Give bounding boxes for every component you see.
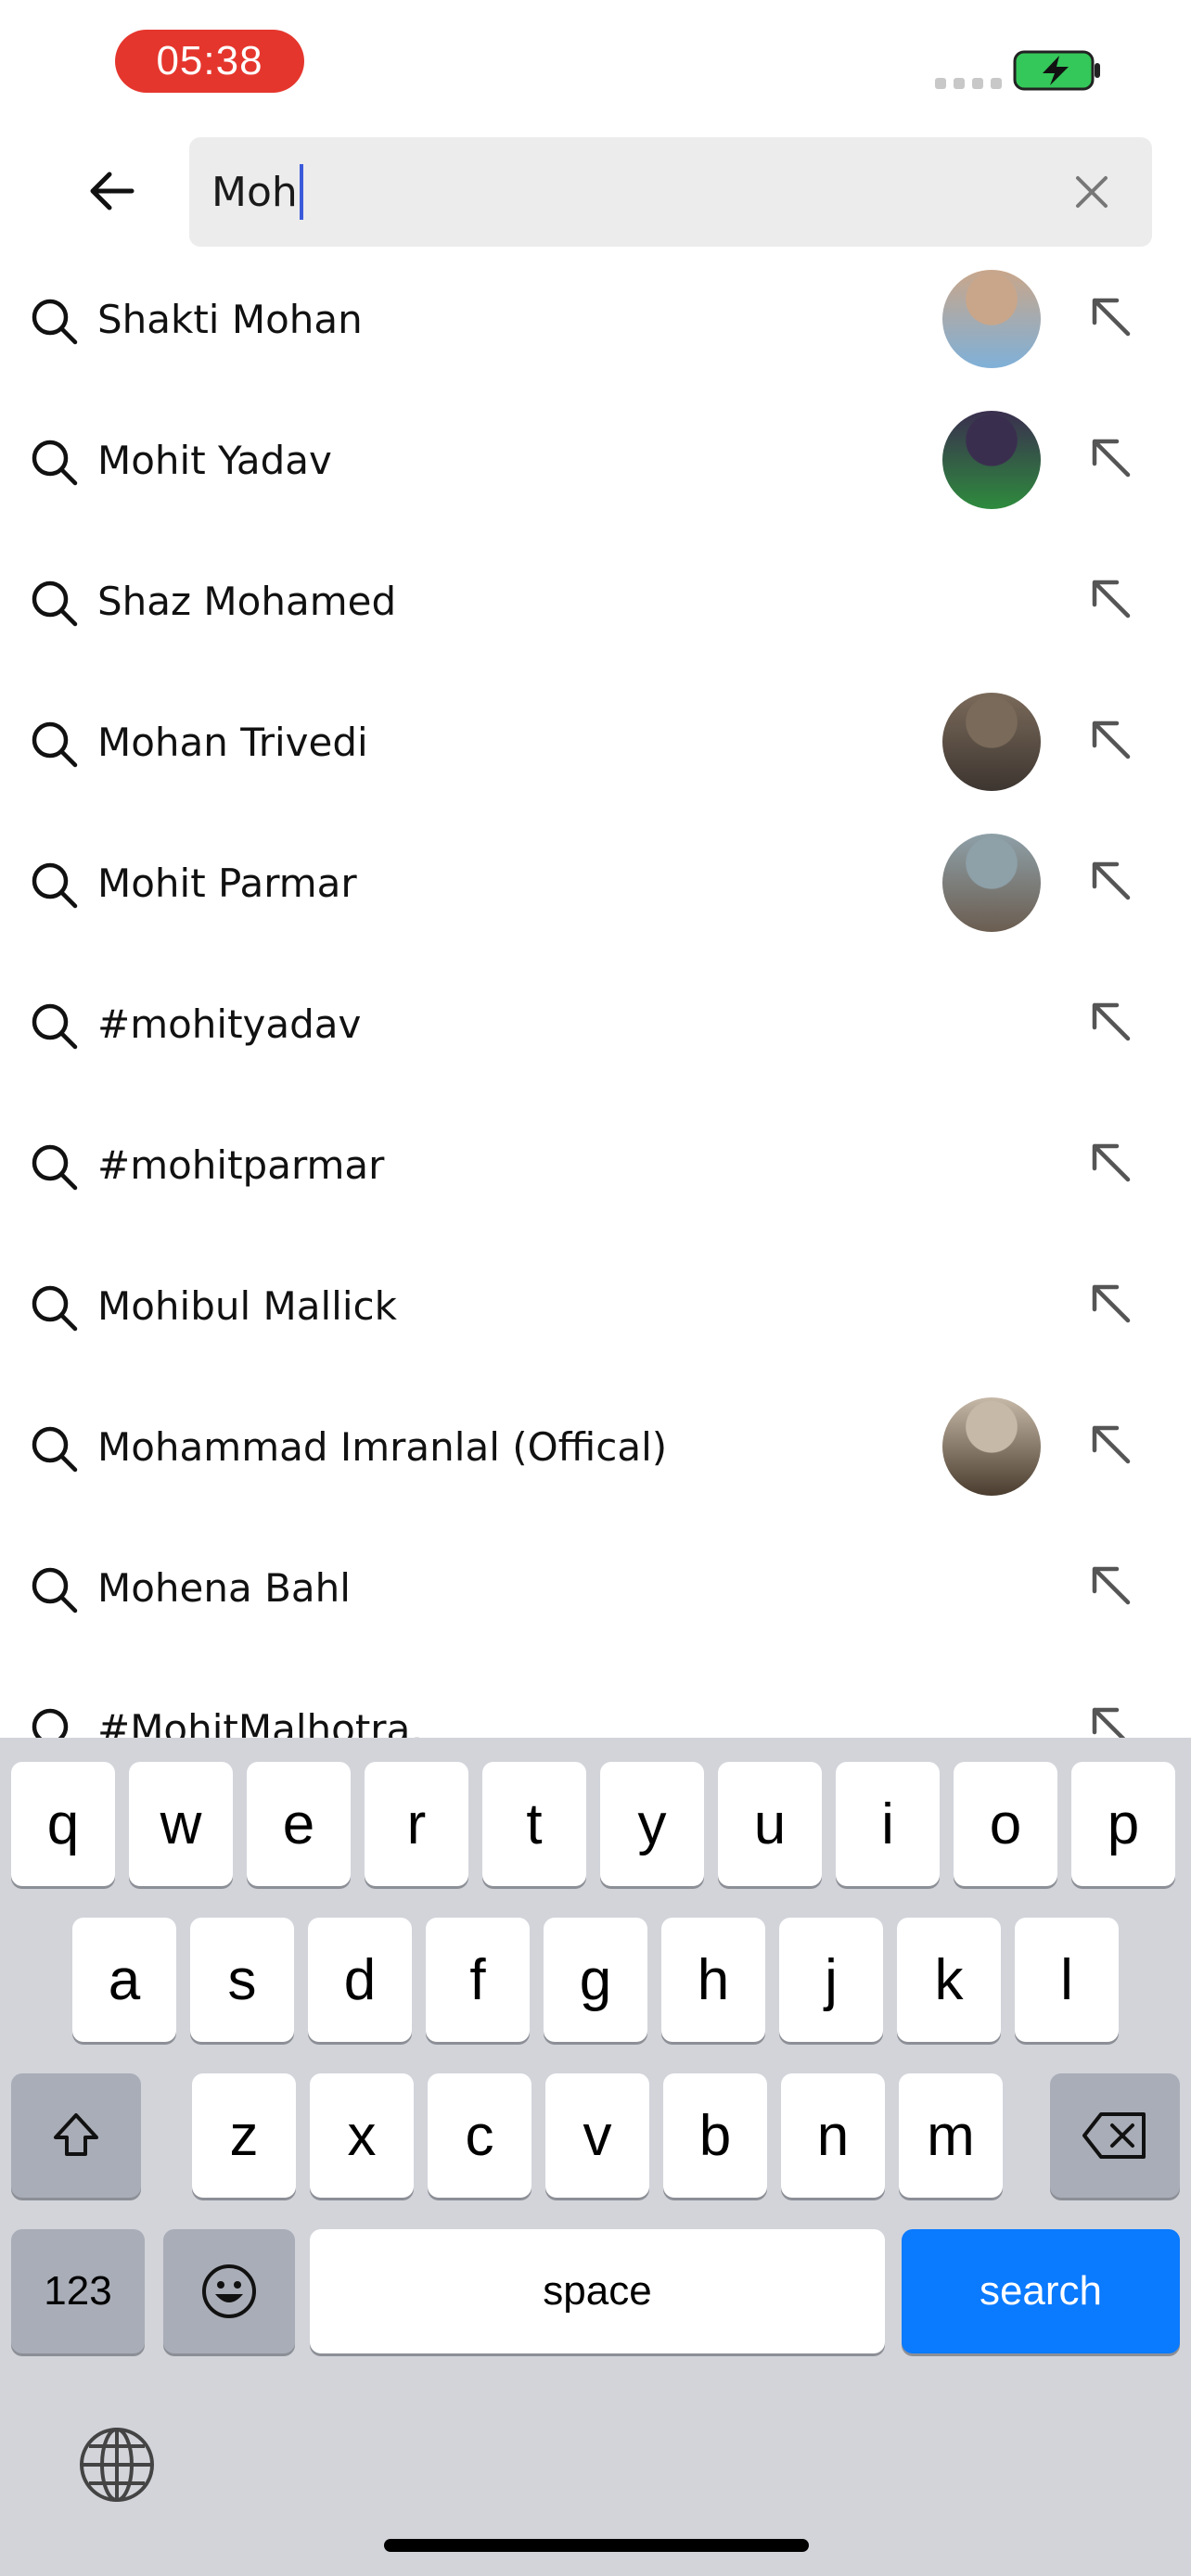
key-q[interactable]: q [11,1762,115,1886]
suggestion-row[interactable]: Mohena Bahl [0,1517,1191,1658]
key-v[interactable]: v [545,2073,649,2198]
suggestion-row[interactable]: Mohit Parmar [0,812,1191,953]
suggestion-label: Shakti Mohan [97,296,363,342]
text-caret [299,164,303,220]
suggestion-row[interactable]: #MohitMalhotra, [0,1658,1191,1738]
suggestion-label: Mohena Bahl [97,1564,351,1611]
fill-query-arrow-icon[interactable] [1085,1560,1135,1610]
suggestion-row[interactable]: Mohan Trivedi [0,671,1191,812]
key-p[interactable]: p [1071,1762,1175,1886]
emoji-icon [202,2264,256,2318]
key-m[interactable]: m [899,2073,1003,2198]
fill-query-arrow-icon[interactable] [1085,432,1135,482]
shift-icon [54,2113,98,2156]
key-f[interactable]: f [426,1918,530,2042]
suggestion-label: Mohan Trivedi [97,719,368,765]
status-bar: 05:38 [0,0,1191,130]
key-o[interactable]: o [954,1762,1057,1886]
key-b[interactable]: b [663,2073,767,2198]
backspace-icon [1082,2112,1146,2159]
battery-charging-icon [1013,50,1100,91]
key-j[interactable]: j [779,1918,883,2042]
search-icon [32,862,78,909]
key-r[interactable]: r [365,1762,468,1886]
space-key[interactable]: space [310,2229,885,2353]
key-e[interactable]: e [247,1762,351,1886]
search-icon [32,1003,78,1050]
search-icon [32,299,78,345]
suggestion-row[interactable]: Mohammad Imranlal (Offical) [0,1376,1191,1517]
clear-search-button[interactable] [1069,169,1115,215]
suggestion-label: Mohibul Mallick [97,1282,397,1329]
key-t[interactable]: t [482,1762,586,1886]
search-icon [32,440,78,486]
emoji-key[interactable] [163,2229,295,2353]
suggestion-row[interactable]: #mohitparmar [0,1094,1191,1235]
search-suggestions-list: Shakti Mohan Mohit Yadav Shaz Mohamed Mohan… [0,249,1191,1738]
fill-query-arrow-icon[interactable] [1085,1278,1135,1328]
key-s[interactable]: s [190,1918,294,2042]
key-x[interactable]: x [310,2073,414,2198]
suggestion-label: Shaz Mohamed [97,578,397,624]
fill-query-arrow-icon[interactable] [1085,714,1135,764]
key-h[interactable]: h [661,1918,765,2042]
fill-query-arrow-icon[interactable] [1085,573,1135,623]
back-button[interactable] [74,154,148,228]
fill-query-arrow-icon[interactable] [1085,291,1135,341]
key-u[interactable]: u [718,1762,822,1886]
key-a[interactable]: a [72,1918,176,2042]
key-c[interactable]: c [428,2073,531,2198]
fill-query-arrow-icon[interactable] [1085,1137,1135,1187]
suggestion-label: #mohitparmar [97,1141,385,1188]
avatar [942,693,1041,791]
key-d[interactable]: d [308,1918,412,2042]
backspace-key[interactable] [1050,2073,1180,2198]
key-w[interactable]: w [129,1762,233,1886]
home-indicator [384,2539,809,2552]
avatar [942,270,1041,368]
search-key[interactable]: search [902,2229,1180,2353]
search-icon [32,1426,78,1473]
key-g[interactable]: g [544,1918,647,2042]
search-icon [32,1144,78,1191]
fill-query-arrow-icon[interactable] [1085,855,1135,905]
avatar [942,411,1041,509]
suggestion-row[interactable]: #mohityadav [0,953,1191,1094]
numbers-key[interactable]: 123 [11,2229,145,2353]
globe-icon[interactable] [76,2424,158,2506]
key-i[interactable]: i [836,1762,940,1886]
suggestion-row[interactable]: Mohibul Mallick [0,1235,1191,1376]
search-icon [32,1285,78,1332]
fill-query-arrow-icon[interactable] [1085,1419,1135,1469]
key-n[interactable]: n [781,2073,885,2198]
signal-icon [935,78,1002,89]
avatar [942,1397,1041,1496]
search-query-text: Moh [211,168,298,216]
suggestion-row[interactable]: Shakti Mohan [0,249,1191,389]
on-screen-keyboard: q w e r t y u i o p a s d f g h j k l z x c v b n m 123 space search [0,1738,1191,2576]
status-time: 05:38 [115,30,304,93]
suggestion-label: Mohit Parmar [97,860,357,906]
search-input[interactable]: Moh [189,137,1152,247]
search-query: Moh [211,137,303,247]
suggestion-label: #MohitMalhotra, [97,1705,423,1739]
search-icon [32,1567,78,1613]
key-k[interactable]: k [897,1918,1001,2042]
fill-query-arrow-icon[interactable] [1085,1701,1135,1738]
search-icon [32,580,78,627]
arrow-left-icon [90,172,134,210]
key-y[interactable]: y [600,1762,704,1886]
suggestion-row[interactable]: Mohit Yadav [0,389,1191,530]
avatar [942,834,1041,932]
suggestion-label: Mohammad Imranlal (Offical) [97,1423,668,1470]
shift-key[interactable] [11,2073,141,2198]
suggestion-row[interactable]: Shaz Mohamed [0,530,1191,671]
fill-query-arrow-icon[interactable] [1085,996,1135,1046]
key-l[interactable]: l [1015,1918,1119,2042]
search-icon [32,721,78,768]
key-z[interactable]: z [192,2073,296,2198]
suggestion-label: #mohityadav [97,1001,362,1047]
search-icon [32,1708,69,1738]
suggestion-label: Mohit Yadav [97,437,332,483]
